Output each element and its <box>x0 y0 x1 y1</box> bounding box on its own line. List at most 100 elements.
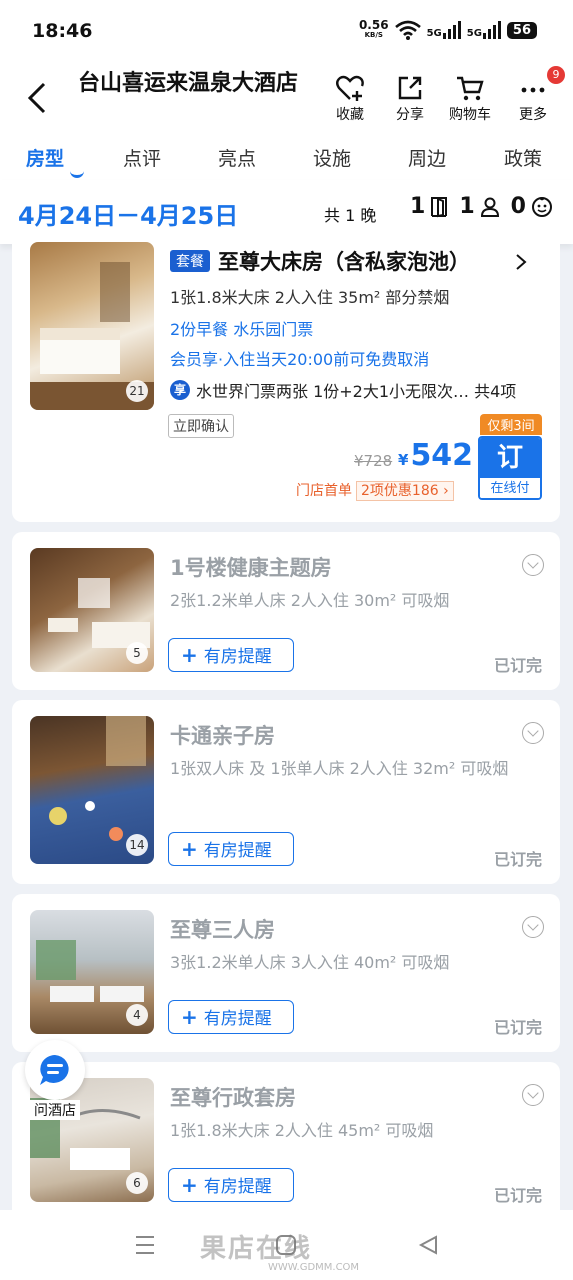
availability-alert-button[interactable]: + 有房提醒 <box>168 832 294 866</box>
availability-alert-button[interactable]: + 有房提醒 <box>168 638 294 672</box>
room-name: 1号楼健康主题房 <box>170 556 332 580</box>
currency-symbol: ¥ <box>398 451 409 469</box>
sold-out-label: 已订完 <box>493 850 542 869</box>
sig1-label: 5G <box>426 28 442 39</box>
back-icon[interactable] <box>416 1234 440 1256</box>
occupancy-selector[interactable]: 1 1 0 <box>410 194 554 219</box>
perk-icon: 享 <box>170 380 190 400</box>
chevron-down-icon[interactable] <box>522 916 544 938</box>
more-icon <box>521 87 545 93</box>
room-name: 卡通亲子房 <box>170 724 275 748</box>
photo-count: 14 <box>126 834 148 856</box>
room-photo[interactable]: 4 <box>30 910 154 1034</box>
ask-hotel-label: 问酒店 <box>30 1100 80 1120</box>
photo-count: 21 <box>126 380 148 402</box>
discount-row[interactable]: 门店首单 2项优惠186 › <box>296 480 454 501</box>
ask-hotel-button[interactable]: 问酒店 <box>22 1040 88 1120</box>
watermark-logo: 果店在线 <box>200 1234 313 1264</box>
back-arrow-icon[interactable] <box>24 80 54 116</box>
featured-room-spec: 1张1.8米大床 2人入住 35m² 部分禁烟 <box>170 288 450 307</box>
room-spec: 1张双人床 及 1张单人床 2人入住 32m² 可吸烟 <box>170 759 509 778</box>
more-badge: 9 <box>547 66 565 84</box>
share-label: 分享 <box>396 107 424 123</box>
favorite-button[interactable]: 收藏 <box>320 74 380 124</box>
room-spec: 3张1.2米单人床 3人入住 40m² 可吸烟 <box>170 953 450 972</box>
original-price: ¥728 <box>354 452 393 470</box>
menu-icon[interactable] <box>133 1234 157 1256</box>
door-icon <box>431 196 448 217</box>
adult-icon <box>480 197 499 217</box>
discount-detail: 2项优惠186 › <box>356 481 454 501</box>
plus-icon: + <box>181 643 198 667</box>
room-card-4[interactable]: 6 至尊行政套房 1张1.8米大床 2人入住 45m² 可吸烟 + 有房提醒 已订… <box>12 1062 560 1220</box>
chevron-down-icon[interactable] <box>522 554 544 576</box>
cart-button[interactable]: 购物车 <box>440 74 500 124</box>
availability-alert-button[interactable]: + 有房提醒 <box>168 1000 294 1034</box>
current-price: ¥542 <box>398 438 473 473</box>
child-icon <box>531 196 552 217</box>
featured-extras: 2份早餐 水乐园门票 <box>170 320 314 339</box>
room-photo[interactable]: 21 <box>30 242 154 410</box>
photo-count: 6 <box>126 1172 148 1194</box>
plus-icon: + <box>181 1005 198 1029</box>
perk-row: 享水世界门票两张 1份+2大1小无限次… 共4项 <box>170 378 516 402</box>
tab-highlights[interactable]: 亮点 <box>218 144 256 171</box>
tab-policies[interactable]: 政策 <box>504 144 542 171</box>
book-button[interactable]: 订 在线付 <box>478 436 542 500</box>
featured-room-name: 套餐 至尊大床房（含私家泡池） <box>170 246 470 276</box>
package-tag: 套餐 <box>170 250 210 272</box>
ask-hotel-bubble <box>25 1040 85 1100</box>
member-cancel-policy: 会员享·入住当天20:00前可免费取消 <box>170 350 430 369</box>
system-nav-bar: 果店在线 WWW.GDMM.COM <box>0 1210 573 1280</box>
photo-count: 5 <box>126 642 148 664</box>
date-bar: 4月24日－4月25日 共 1 晚 1 1 0 <box>0 180 573 244</box>
chevron-right-icon <box>516 254 527 270</box>
room-card-1[interactable]: 5 1号楼健康主题房 2张1.2米单人床 2人入住 30m² 可吸烟 + 有房提醒… <box>12 532 560 690</box>
chat-icon <box>40 1055 69 1085</box>
availability-alert-button[interactable]: + 有房提醒 <box>168 1168 294 1202</box>
nights-count: 共 1 晚 <box>324 206 377 225</box>
sold-out-label: 已订完 <box>493 656 542 675</box>
tab-room-types[interactable]: 房型 <box>26 144 64 171</box>
active-tab-indicator <box>70 170 84 178</box>
heart-plus-icon <box>336 75 364 101</box>
signal-5g-2-icon: 5G <box>467 21 501 39</box>
room-name: 至尊三人房 <box>170 918 275 942</box>
first-order-label: 门店首单 <box>296 483 352 499</box>
watermark-url: WWW.GDMM.COM <box>268 1262 360 1273</box>
more-button[interactable]: 更多 9 <box>503 66 565 124</box>
battery-icon: 56 <box>506 21 537 39</box>
availability-alert-label: 有房提醒 <box>203 1177 272 1197</box>
chevron-down-icon[interactable] <box>522 722 544 744</box>
clock: 18:46 <box>32 20 93 42</box>
hotel-title: 台山喜运来温泉大酒店 <box>78 71 299 96</box>
plus-icon: + <box>181 1173 198 1197</box>
date-range[interactable]: 4月24日－4月25日 <box>18 196 238 231</box>
room-photo[interactable]: 14 <box>30 716 154 864</box>
sold-out-label: 已订完 <box>493 1186 542 1205</box>
sig2-label: 5G <box>466 28 482 39</box>
status-icons: 0.56 KB/S 5G 5G 56 <box>359 19 537 40</box>
room-card-2[interactable]: 14 卡通亲子房 1张双人床 及 1张单人床 2人入住 32m² 可吸烟 + 有房… <box>12 700 560 884</box>
perk-text: 水世界门票两张 1份+2大1小无限次… 共4项 <box>196 382 517 401</box>
share-button[interactable]: 分享 <box>380 74 440 124</box>
rooms-count: 1 <box>410 194 426 219</box>
room-spec: 2张1.2米单人床 2人入住 30m² 可吸烟 <box>170 591 450 610</box>
room-photo[interactable]: 5 <box>30 548 154 672</box>
price-value: 542 <box>410 438 474 473</box>
chevron-down-icon[interactable] <box>522 1084 544 1106</box>
instant-confirm-tag: 立即确认 <box>168 414 234 438</box>
photo-count: 4 <box>126 1004 148 1026</box>
status-bar: 18:46 0.56 KB/S 5G 5G 56 <box>0 0 573 62</box>
more-label: 更多 <box>519 107 547 123</box>
share-icon <box>398 76 422 100</box>
sold-out-label: 已订完 <box>493 1018 542 1037</box>
pay-online-label: 在线付 <box>480 478 540 498</box>
book-label: 订 <box>480 438 540 478</box>
room-card-3[interactable]: 4 至尊三人房 3张1.2米单人床 3人入住 40m² 可吸烟 + 有房提醒 已订… <box>12 894 560 1052</box>
tab-nearby[interactable]: 周边 <box>408 144 446 171</box>
availability-alert-label: 有房提醒 <box>203 841 272 861</box>
tab-facilities[interactable]: 设施 <box>313 144 351 171</box>
tab-reviews[interactable]: 点评 <box>123 144 161 171</box>
featured-room-card[interactable]: 21 套餐 至尊大床房（含私家泡池） 1张1.8米大床 2人入住 35m² 部分禁… <box>12 242 560 522</box>
